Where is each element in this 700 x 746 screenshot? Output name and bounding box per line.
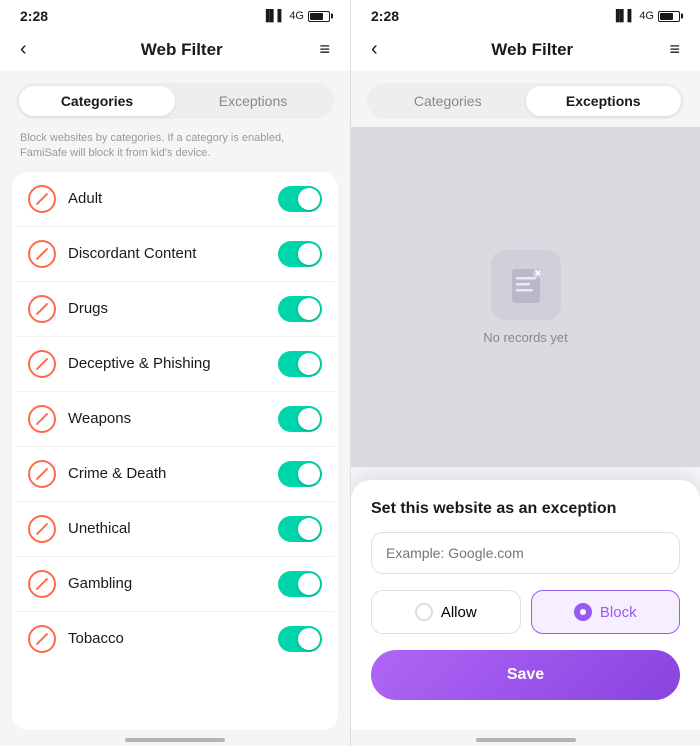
left-menu-button[interactable]: ≡ xyxy=(319,39,330,60)
right-tab-bar: Categories Exceptions xyxy=(367,83,684,119)
dimmed-overlay: No records yet xyxy=(351,127,700,467)
list-item: Drugs xyxy=(16,282,334,337)
right-content-area: No records yet Set this website as an ex… xyxy=(351,127,700,730)
category-name: Gambling xyxy=(68,575,278,592)
toggle-gambling[interactable] xyxy=(278,571,322,597)
left-phone-panel: 2:28 ▐▌▌ 4G ‹ Web Filter ≡ Categories Ex… xyxy=(0,0,350,746)
right-status-icons: ▐▌▌ 4G xyxy=(612,10,680,22)
category-name: Drugs xyxy=(68,300,278,317)
battery-icon xyxy=(308,11,330,22)
block-icon xyxy=(28,185,56,213)
block-icon xyxy=(28,350,56,378)
allow-label: Allow xyxy=(441,604,477,621)
left-time: 2:28 xyxy=(20,8,48,24)
allow-option[interactable]: Allow xyxy=(371,590,521,634)
right-home-indicator xyxy=(351,730,700,746)
network-type: 4G xyxy=(639,10,654,22)
block-icon xyxy=(28,460,56,488)
toggle-weapons[interactable] xyxy=(278,406,322,432)
list-item: Tobacco xyxy=(16,612,334,666)
right-status-bar: 2:28 ▐▌▌ 4G xyxy=(351,0,700,28)
list-item: Discordant Content xyxy=(16,227,334,282)
battery-icon xyxy=(658,11,680,22)
toggle-unethical[interactable] xyxy=(278,516,322,542)
signal-icon: ▐▌▌ xyxy=(262,10,285,22)
block-icon xyxy=(28,295,56,323)
left-status-icons: ▐▌▌ 4G xyxy=(262,10,330,22)
right-page-title: Web Filter xyxy=(491,40,573,60)
url-input[interactable] xyxy=(371,532,680,574)
right-phone-panel: 2:28 ▐▌▌ 4G ‹ Web Filter ≡ Categories Ex… xyxy=(350,0,700,746)
toggle-crime[interactable] xyxy=(278,461,322,487)
save-button[interactable]: Save xyxy=(371,650,680,700)
category-name: Discordant Content xyxy=(68,245,278,262)
list-item: Weapons xyxy=(16,392,334,447)
block-label: Block xyxy=(600,604,637,621)
left-back-button[interactable]: ‹ xyxy=(20,38,44,61)
list-item: Crime & Death xyxy=(16,447,334,502)
signal-icon: ▐▌▌ xyxy=(612,10,635,22)
tab-exceptions-right[interactable]: Exceptions xyxy=(526,86,682,116)
bottom-sheet: Set this website as an exception Allow B… xyxy=(351,480,700,730)
toggle-deceptive[interactable] xyxy=(278,351,322,377)
tab-categories-right[interactable]: Categories xyxy=(370,86,526,116)
list-item: Unethical xyxy=(16,502,334,557)
category-name: Tobacco xyxy=(68,630,278,647)
toggle-drugs[interactable] xyxy=(278,296,322,322)
category-name: Unethical xyxy=(68,520,278,537)
allow-radio-circle xyxy=(415,603,433,621)
category-name: Adult xyxy=(68,190,278,207)
list-item: Gambling xyxy=(16,557,334,612)
block-icon xyxy=(28,405,56,433)
block-icon xyxy=(28,515,56,543)
right-time: 2:28 xyxy=(371,8,399,24)
block-icon xyxy=(28,570,56,598)
toggle-discordant[interactable] xyxy=(278,241,322,267)
sheet-title: Set this website as an exception xyxy=(371,500,680,518)
left-status-bar: 2:28 ▐▌▌ 4G xyxy=(0,0,350,28)
right-back-button[interactable]: ‹ xyxy=(371,38,395,61)
category-name: Crime & Death xyxy=(68,465,278,482)
list-item: Deceptive & Phishing xyxy=(16,337,334,392)
right-menu-button[interactable]: ≡ xyxy=(669,39,680,60)
no-records-text: No records yet xyxy=(483,330,568,345)
toggle-tobacco[interactable] xyxy=(278,626,322,652)
left-tab-bar: Categories Exceptions xyxy=(16,83,334,119)
left-header: ‹ Web Filter ≡ xyxy=(0,28,350,71)
tab-exceptions-left[interactable]: Exceptions xyxy=(175,86,331,116)
no-records-icon xyxy=(491,250,561,320)
category-list: Adult Discordant Content Drugs Deceptive… xyxy=(12,172,338,730)
toggle-adult[interactable] xyxy=(278,186,322,212)
block-icon xyxy=(28,625,56,653)
tab-categories-left[interactable]: Categories xyxy=(19,86,175,116)
category-name: Weapons xyxy=(68,410,278,427)
radio-group: Allow Block xyxy=(371,590,680,634)
block-icon xyxy=(28,240,56,268)
category-name: Deceptive & Phishing xyxy=(68,355,278,372)
left-page-title: Web Filter xyxy=(141,40,223,60)
left-home-indicator xyxy=(0,730,350,746)
categories-description: Block websites by categories. If a categ… xyxy=(0,127,350,172)
network-type: 4G xyxy=(289,10,304,22)
list-item: Adult xyxy=(16,172,334,227)
block-radio-circle xyxy=(574,603,592,621)
block-option[interactable]: Block xyxy=(531,590,681,634)
right-header: ‹ Web Filter ≡ xyxy=(351,28,700,71)
